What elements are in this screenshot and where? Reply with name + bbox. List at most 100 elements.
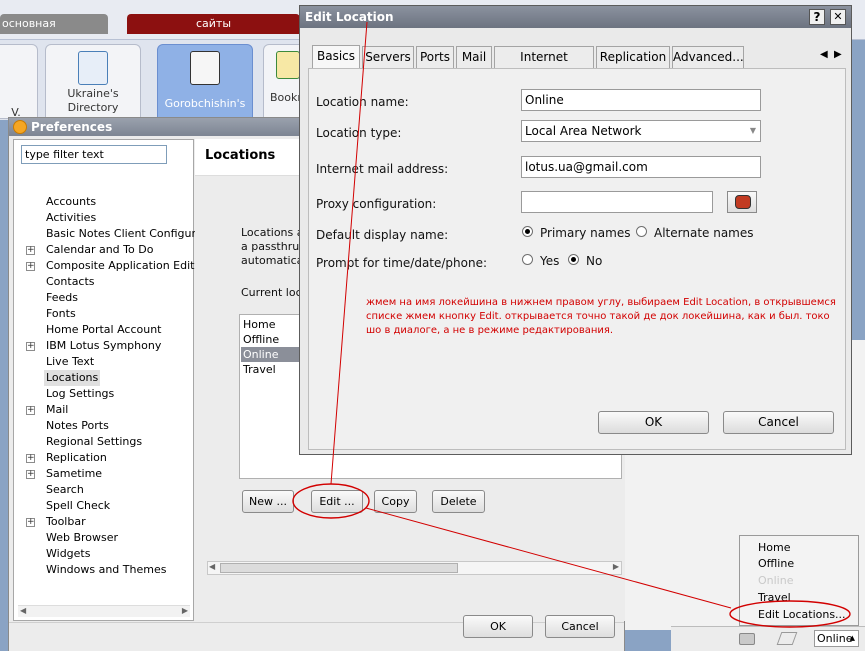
list-item[interactable]: Home: [241, 317, 301, 332]
display-name-label: Default display name:: [316, 228, 449, 242]
menu-item-offline[interactable]: Offline: [758, 556, 794, 571]
notebook-icon: [190, 51, 220, 85]
close-icon[interactable]: ✕: [830, 9, 846, 25]
primary-names-radio[interactable]: [522, 226, 533, 237]
location-name-field[interactable]: Online: [521, 89, 761, 111]
app-tab-main[interactable]: основная: [0, 14, 108, 34]
tab-servers[interactable]: Servers: [362, 46, 414, 68]
primary-names-label[interactable]: Primary names: [540, 226, 630, 240]
basics-tab-panel: Location name: Online Location type: Loc…: [308, 68, 846, 450]
launcher-item-gorobchishin[interactable]: Gorobchishin's: [157, 44, 253, 119]
location-type-select[interactable]: Local Area Network ▼: [521, 120, 761, 142]
tree-item-label: Windows and Themes: [46, 563, 167, 576]
locations-horizontal-scrollbar[interactable]: ◀ ▶: [207, 561, 622, 575]
tree-item-label: Feeds: [46, 291, 78, 304]
tree-item-label: Contacts: [46, 275, 95, 288]
launcher-item-1[interactable]: V. hin: [0, 44, 38, 132]
house-icon: [276, 51, 300, 79]
preferences-app-icon: [13, 120, 27, 134]
dialog-ok-button[interactable]: OK: [598, 411, 709, 434]
app-tab-sites-label: сайты: [195, 17, 232, 30]
proxy-settings-button[interactable]: [727, 191, 757, 213]
new-location-button[interactable]: New ...: [242, 490, 294, 513]
location-type-value: Local Area Network: [525, 124, 642, 138]
tree-item-label: Spell Check: [46, 499, 111, 512]
prompt-yes-radio[interactable]: [522, 254, 533, 265]
alternate-names-label[interactable]: Alternate names: [654, 226, 754, 240]
tab-mail[interactable]: Mail: [456, 46, 492, 68]
launcher-item-directory[interactable]: Ukraine's Directory: [45, 44, 141, 119]
tree-item-label: Live Text: [46, 355, 95, 368]
alternate-names-radio[interactable]: [636, 226, 647, 237]
tree-item-label: Log Settings: [46, 387, 115, 400]
tree-item-label: Regional Settings: [46, 435, 143, 448]
preferences-cancel-button[interactable]: Cancel: [545, 615, 615, 638]
dialog-titlebar[interactable]: Edit Location ? ✕: [300, 6, 851, 28]
current-location-label: Current loc: [241, 286, 302, 299]
tree-item-label: Accounts: [46, 195, 97, 208]
list-item-selected[interactable]: Online: [241, 347, 301, 362]
tree-item-label: Widgets: [46, 547, 91, 560]
tree-item-label: IBM Lotus Symphony: [46, 339, 162, 352]
copy-location-button[interactable]: Copy: [374, 490, 417, 513]
expand-icon[interactable]: +: [26, 406, 35, 415]
tree-item-label: Replication: [46, 451, 107, 464]
preferences-footer: OK Cancel: [9, 615, 624, 651]
tab-replication[interactable]: Replication: [596, 46, 670, 68]
prompt-label: Prompt for time/date/phone:: [316, 256, 488, 270]
prompt-no-label[interactable]: No: [586, 254, 602, 268]
launcher-label-gorobchishin: Gorobchishin's: [164, 97, 246, 110]
filter-input[interactable]: [21, 145, 167, 164]
locations-description-line-1: Locations a: [241, 226, 304, 239]
page-title: Locations: [205, 148, 276, 163]
scroll-left-arrow-icon[interactable]: ◀: [20, 606, 26, 615]
edit-location-button[interactable]: Edit ...: [311, 490, 363, 513]
app-tab-main-label: основная: [2, 17, 56, 30]
preferences-ok-button[interactable]: OK: [463, 615, 533, 638]
tree-item-label: Notes Ports: [46, 419, 109, 432]
expand-icon[interactable]: +: [26, 246, 35, 255]
tab-internet-browser[interactable]: Internet Browser: [494, 46, 594, 84]
expand-icon[interactable]: +: [26, 262, 35, 271]
preferences-tree-panel: AccountsActivitiesBasic Notes Client Con…: [13, 139, 224, 621]
help-icon[interactable]: ?: [809, 9, 825, 25]
proxy-field[interactable]: [521, 191, 713, 213]
location-name-label: Location name:: [316, 95, 409, 109]
scroll-right-arrow-icon[interactable]: ▶: [613, 562, 619, 571]
status-location-selector[interactable]: Online ▲: [814, 630, 859, 647]
scroll-left-arrow-icon[interactable]: ◀: [209, 562, 215, 571]
tab-basics[interactable]: Basics: [312, 45, 360, 69]
dialog-cancel-button[interactable]: Cancel: [723, 411, 834, 434]
scrollbar-thumb[interactable]: [220, 563, 458, 573]
launcher-label-directory: Ukraine's Directory: [67, 87, 119, 114]
prompt-no-radio[interactable]: [568, 254, 579, 265]
tree-item-label: Sametime: [46, 467, 103, 480]
tab-advanced[interactable]: Advanced...: [672, 46, 744, 68]
menu-item-travel[interactable]: Travel: [758, 590, 791, 605]
tree-item-label: Home Portal Account: [46, 323, 162, 336]
expand-icon[interactable]: +: [26, 470, 35, 479]
prompt-yes-label[interactable]: Yes: [540, 254, 559, 268]
tree-item-label: Mail: [46, 403, 69, 416]
connection-icon[interactable]: [739, 633, 755, 645]
tab-scroll-left-icon[interactable]: ◀: [820, 49, 828, 60]
menu-item-edit-locations[interactable]: Edit Locations...: [758, 607, 846, 622]
list-item[interactable]: Offline: [241, 332, 301, 347]
app-tab-sites[interactable]: сайты: [127, 14, 300, 34]
expand-icon[interactable]: +: [26, 454, 35, 463]
menu-item-online: Online: [758, 574, 794, 587]
menu-item-home[interactable]: Home: [758, 540, 790, 555]
replication-icon[interactable]: [776, 632, 798, 645]
tree-item-label: Toolbar: [46, 515, 86, 528]
delete-location-button[interactable]: Delete: [432, 490, 485, 513]
internet-mail-field[interactable]: lotus.ua@gmail.com: [521, 156, 761, 178]
scroll-right-arrow-icon[interactable]: ▶: [182, 606, 188, 615]
tree-horizontal-scrollbar[interactable]: ◀ ▶: [18, 605, 190, 617]
internet-mail-label: Internet mail address:: [316, 162, 449, 176]
expand-icon[interactable]: +: [26, 342, 35, 351]
expand-icon[interactable]: +: [26, 518, 35, 527]
list-item[interactable]: Travel: [241, 362, 301, 377]
tab-ports[interactable]: Ports: [416, 46, 454, 68]
tab-scroll-right-icon[interactable]: ▶: [834, 49, 842, 60]
tree-item-label: Activities: [46, 211, 97, 224]
